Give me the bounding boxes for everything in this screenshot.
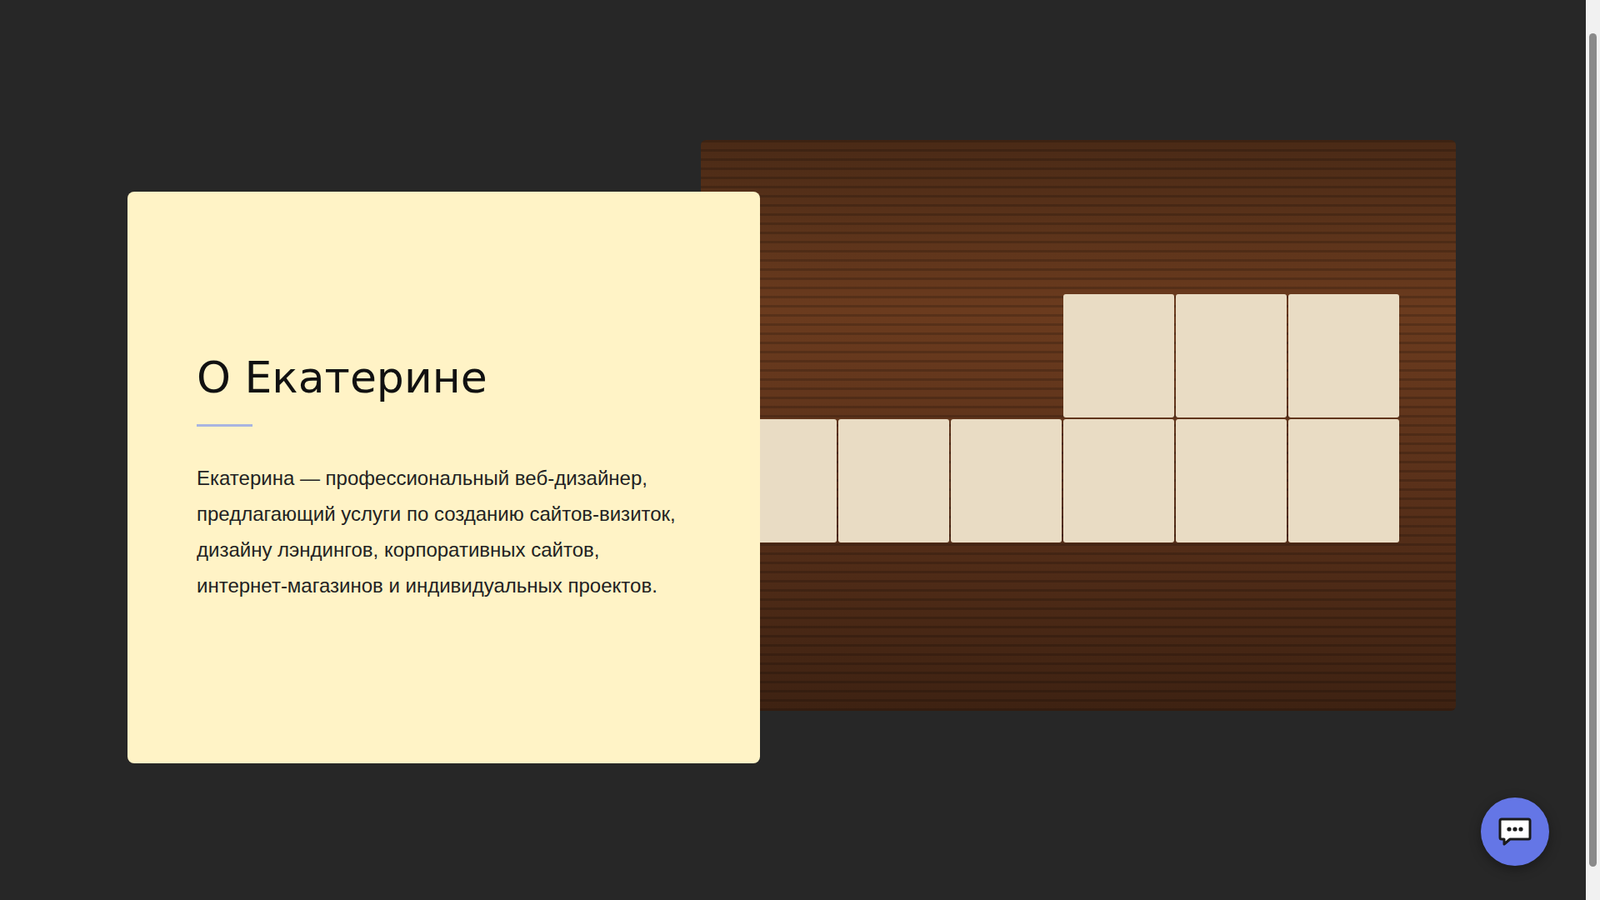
chat-bubble-icon — [1498, 816, 1532, 847]
page: О Екатерине Екатерина — профессиональный… — [0, 0, 1586, 900]
title-underline — [196, 424, 253, 427]
scrollbar-thumb[interactable] — [1589, 33, 1597, 867]
about-section: О Екатерине Екатерина — профессиональный… — [0, 0, 1586, 764]
about-card: О Екатерине Екатерина — профессиональный… — [127, 191, 760, 764]
scrollbar[interactable] — [1585, 0, 1600, 900]
web-design-photo — [700, 140, 1456, 711]
chat-button[interactable] — [1480, 797, 1550, 866]
about-title: О Екатерине — [196, 351, 685, 404]
about-text: Екатерина — профессиональный веб-дизайне… — [196, 460, 685, 604]
